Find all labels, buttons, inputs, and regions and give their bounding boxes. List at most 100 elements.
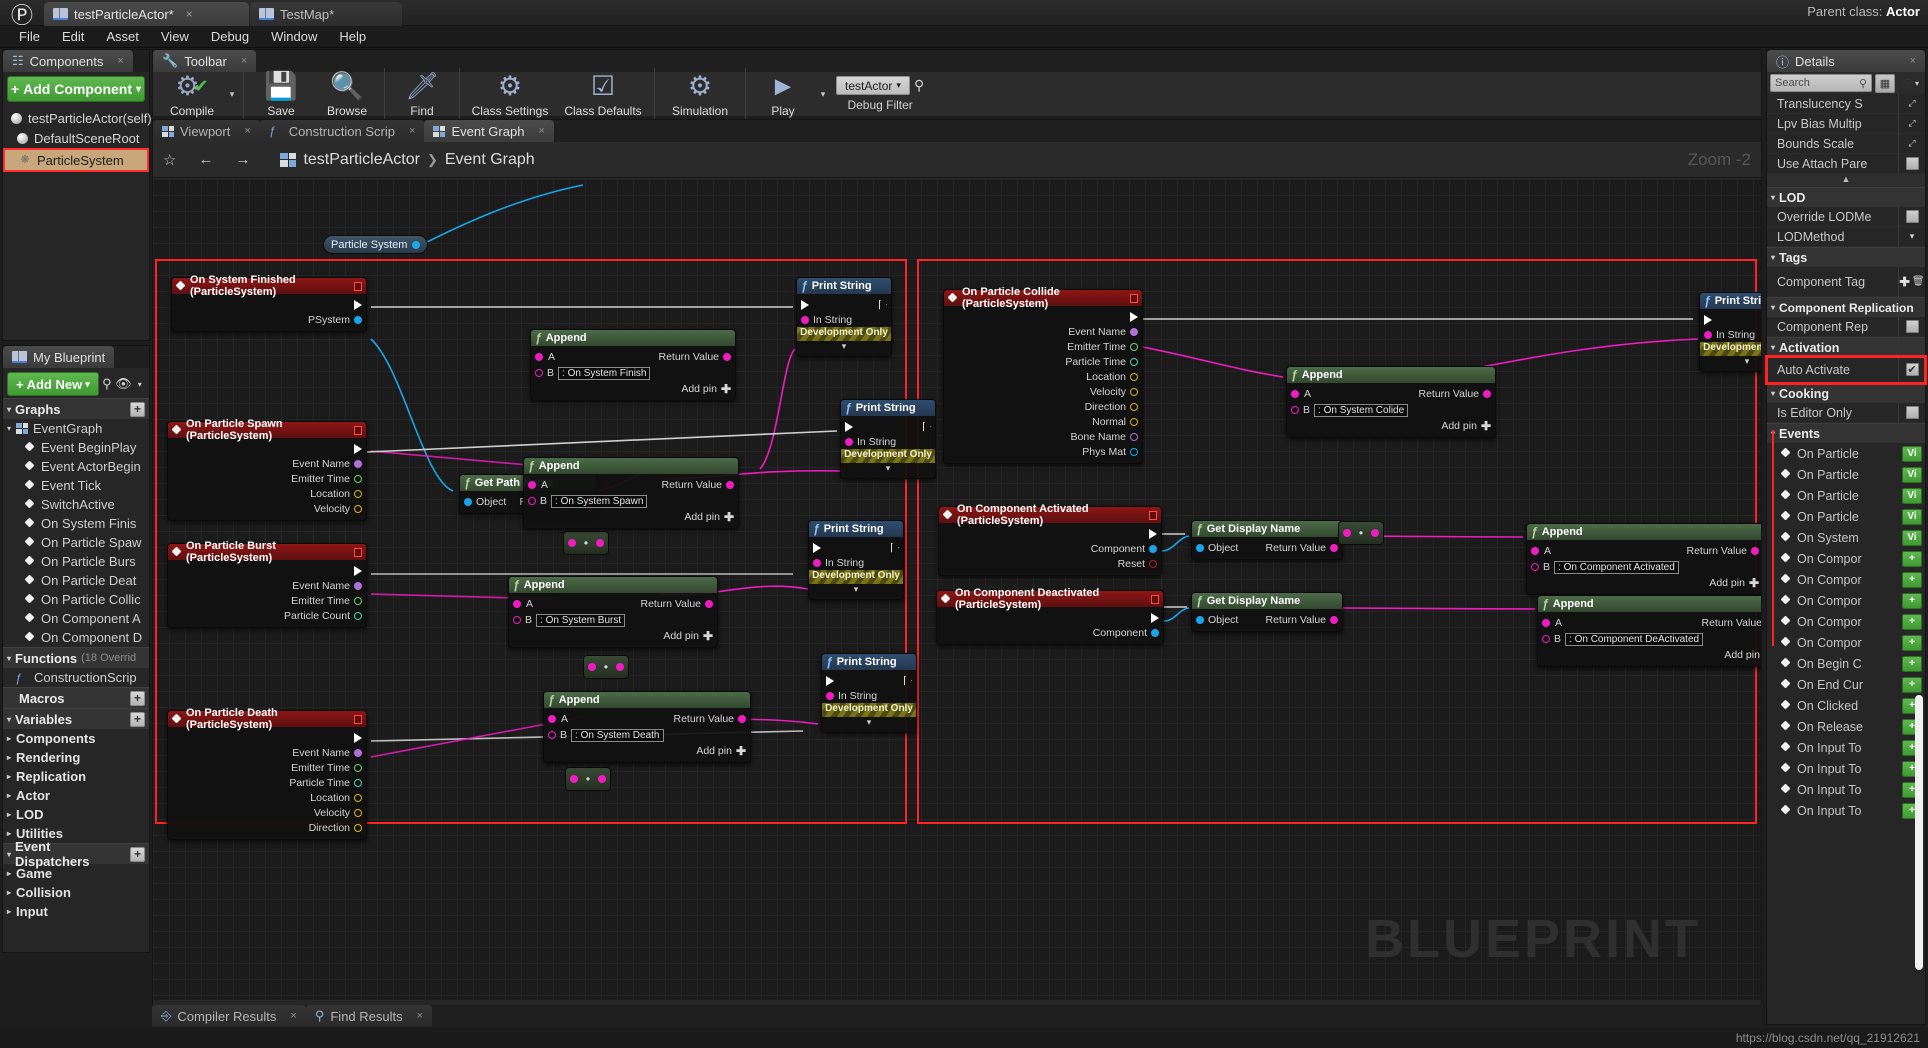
event-item[interactable]: Event ActorBegin — [3, 457, 149, 476]
view-event-button[interactable]: Vi — [1902, 466, 1922, 483]
name-pin[interactable] — [354, 459, 362, 468]
pin-row[interactable]: B: On System Spawn — [524, 492, 738, 510]
event-row[interactable]: On Input To + — [1767, 779, 1925, 800]
float-pin[interactable] — [1130, 342, 1138, 351]
vector-pin[interactable] — [1130, 387, 1138, 396]
event-row[interactable]: On Compor + — [1767, 548, 1925, 569]
print-string-node[interactable]: ƒPrint String In String Development Only… — [840, 399, 936, 479]
event-row[interactable]: On Input To + — [1767, 737, 1925, 758]
output-pin[interactable] — [595, 539, 604, 547]
exec-input-pin[interactable] — [1704, 314, 1712, 325]
eye-icon[interactable]: 👁 — [115, 373, 132, 395]
exec-output-row[interactable] — [939, 526, 1161, 541]
vector-pin[interactable] — [354, 504, 362, 513]
event-item[interactable]: On Particle Spaw — [3, 533, 149, 552]
save-button[interactable]: 💾 Save — [248, 63, 314, 125]
object-output-pin[interactable] — [412, 240, 421, 249]
menu-window[interactable]: Window — [260, 26, 328, 48]
add-pin-row[interactable]: Add pin✚ — [544, 744, 750, 758]
menu-edit[interactable]: Edit — [51, 26, 95, 48]
event-node-on-particle-spawn[interactable]: On Particle Spawn (ParticleSystem) Event… — [167, 418, 367, 521]
expand-caret-icon[interactable]: ▾ — [797, 341, 891, 352]
close-icon[interactable]: × — [290, 1010, 296, 1022]
pin-row[interactable]: In String — [797, 312, 891, 327]
function-node-get-display-name[interactable]: ƒ Get Display Name Object Return Value — [1191, 592, 1343, 632]
dispatchers-section-header[interactable]: ▾ Event Dispatchers + — [3, 839, 149, 869]
pin-row[interactable]: Event Name — [168, 578, 366, 593]
menu-file[interactable]: File — [8, 26, 51, 48]
reset-arrow-icon[interactable]: ⤢ — [1908, 98, 1915, 109]
pin-row[interactable]: Particle Time — [944, 354, 1142, 369]
input-pin[interactable] — [570, 775, 578, 783]
add-graph-button[interactable]: + — [130, 401, 145, 417]
browse-button[interactable]: 🔍 Browse — [314, 63, 380, 125]
pin-row[interactable]: Velocity — [944, 384, 1142, 399]
exec-output-pin[interactable] — [354, 299, 362, 310]
property-row-translucency[interactable]: Translucency S ⤢ — [1767, 93, 1925, 114]
add-pin-row[interactable]: Add pin✚ — [1538, 648, 1761, 662]
pin-row[interactable]: Event Name — [168, 456, 366, 471]
add-component-button[interactable]: + Add Component ▾ — [7, 76, 145, 102]
add-event-button[interactable]: + — [1902, 592, 1922, 609]
string-input-pin[interactable] — [1291, 406, 1299, 414]
component-row-self[interactable]: testParticleActor(self) — [3, 108, 152, 128]
string-input-pin[interactable] — [826, 691, 834, 700]
event-row[interactable]: On Compor + — [1767, 632, 1925, 653]
details-section-tags[interactable]: ▾ Tags — [1767, 247, 1925, 267]
variables-section-header[interactable]: ▾ Variables + — [3, 708, 149, 729]
property-row-bounds-scale[interactable]: Bounds Scale ⤢ — [1767, 133, 1925, 154]
class-settings-button[interactable]: ⚙ Class Settings — [464, 63, 556, 125]
delete-tag-icon[interactable]: 🗑 — [1912, 276, 1925, 287]
view-event-button[interactable]: Vi — [1902, 445, 1922, 462]
append-node[interactable]: ƒ Append A Return Value B: On System Spaw… — [523, 457, 739, 529]
event-row[interactable]: On Compor + — [1767, 590, 1925, 611]
output-pin[interactable] — [1370, 529, 1379, 537]
tab-components[interactable]: ☷ Components × — [3, 50, 133, 72]
pin-row[interactable]: Velocity — [168, 805, 366, 820]
plus-icon[interactable]: ✚ — [736, 744, 746, 758]
print-string-node[interactable]: ƒPrint String In String Development Only… — [1699, 292, 1761, 372]
details-section-activation[interactable]: ▾ Activation — [1767, 337, 1925, 357]
event-row[interactable]: On Release + — [1767, 716, 1925, 737]
event-row[interactable]: On Particle Vi — [1767, 464, 1925, 485]
component-row-defaultsceneroot[interactable]: DefaultSceneRoot — [3, 128, 149, 148]
pin-row[interactable]: B: On System Finish — [531, 364, 735, 382]
string-input-pin[interactable] — [535, 369, 543, 377]
property-row-override-lodmethod[interactable]: Override LODMe — [1767, 206, 1925, 227]
pin-row[interactable]: In String — [841, 434, 935, 449]
exec-row[interactable] — [822, 673, 916, 688]
close-icon[interactable]: × — [117, 55, 123, 67]
add-pin-row[interactable]: Add pin✚ — [1287, 419, 1495, 433]
pin-row[interactable]: A Return Value — [531, 349, 735, 364]
plus-icon[interactable]: ✚ — [1481, 419, 1491, 433]
event-item[interactable]: On System Finis — [3, 514, 149, 533]
pin-row[interactable]: In String — [822, 688, 916, 703]
close-icon[interactable]: × — [241, 55, 247, 67]
add-event-button[interactable]: + — [1902, 655, 1922, 672]
float-pin[interactable] — [354, 474, 362, 483]
pin-row[interactable]: A Return Value — [524, 477, 738, 492]
pin-row[interactable]: B: On System Burst — [509, 611, 717, 629]
close-icon[interactable]: × — [1910, 55, 1916, 67]
vector-pin[interactable] — [354, 808, 362, 817]
close-icon[interactable]: × — [409, 125, 415, 137]
string-output-pin[interactable] — [1483, 389, 1491, 398]
add-tag-icon[interactable]: ✚ — [1899, 274, 1909, 289]
string-input-pin[interactable] — [845, 437, 853, 446]
bool-pin[interactable] — [1149, 559, 1157, 568]
functions-section-header[interactable]: ▾ Functions (18 Overrid — [3, 647, 149, 668]
pin-row[interactable]: Object Return Value — [1192, 540, 1342, 555]
pin-row[interactable]: Component — [937, 625, 1163, 640]
property-row-component-replicates[interactable]: Component Rep — [1767, 316, 1925, 337]
append-node[interactable]: ƒ Append A Return Value B: On Component D… — [1537, 595, 1761, 667]
star-icon[interactable]: ☆ — [163, 151, 176, 169]
macros-section-header[interactable]: Macros + — [3, 687, 149, 708]
reset-arrow-icon[interactable]: ⤢ — [1908, 118, 1915, 129]
exec-output-pin[interactable] — [354, 443, 362, 454]
event-item[interactable]: On Particle Collic — [3, 590, 149, 609]
parent-class-value[interactable]: Actor — [1886, 4, 1920, 19]
add-macro-button[interactable]: + — [130, 690, 145, 706]
view-event-button[interactable]: Vi — [1902, 529, 1922, 546]
variable-group-rendering[interactable]: ▸ Rendering — [3, 748, 149, 767]
vector-pin[interactable] — [354, 793, 362, 802]
